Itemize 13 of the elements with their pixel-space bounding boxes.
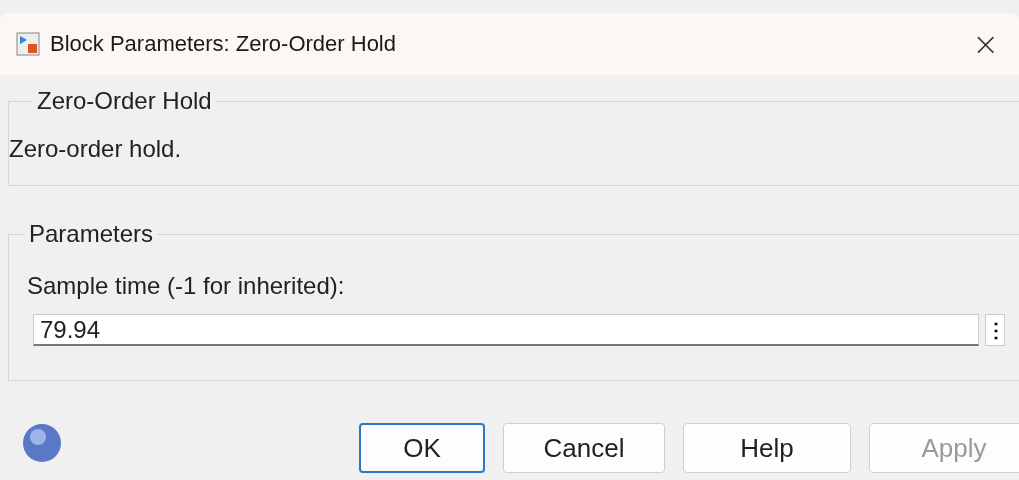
- description-text: Zero-order hold.: [9, 134, 183, 165]
- field-label: Sample time (-1 for inherited):: [27, 272, 346, 301]
- dialog-button[interactable]: Help: [683, 423, 851, 474]
- block-icon: [16, 32, 40, 57]
- help-icon[interactable]: [22, 423, 62, 464]
- dialog-button[interactable]: OK: [359, 423, 485, 474]
- window-title: Block Parameters: Zero-Order Hold: [50, 31, 397, 58]
- close-button[interactable]: ×: [966, 25, 1005, 64]
- dialog-button[interactable]: Cancel: [503, 423, 665, 474]
- sample-time-field[interactable]: 79.94: [33, 314, 979, 347]
- more-button[interactable]: ⋮: [985, 314, 1005, 347]
- group-title: Parameters: [28, 220, 155, 249]
- group-title: Zero-Order Hold: [36, 87, 213, 116]
